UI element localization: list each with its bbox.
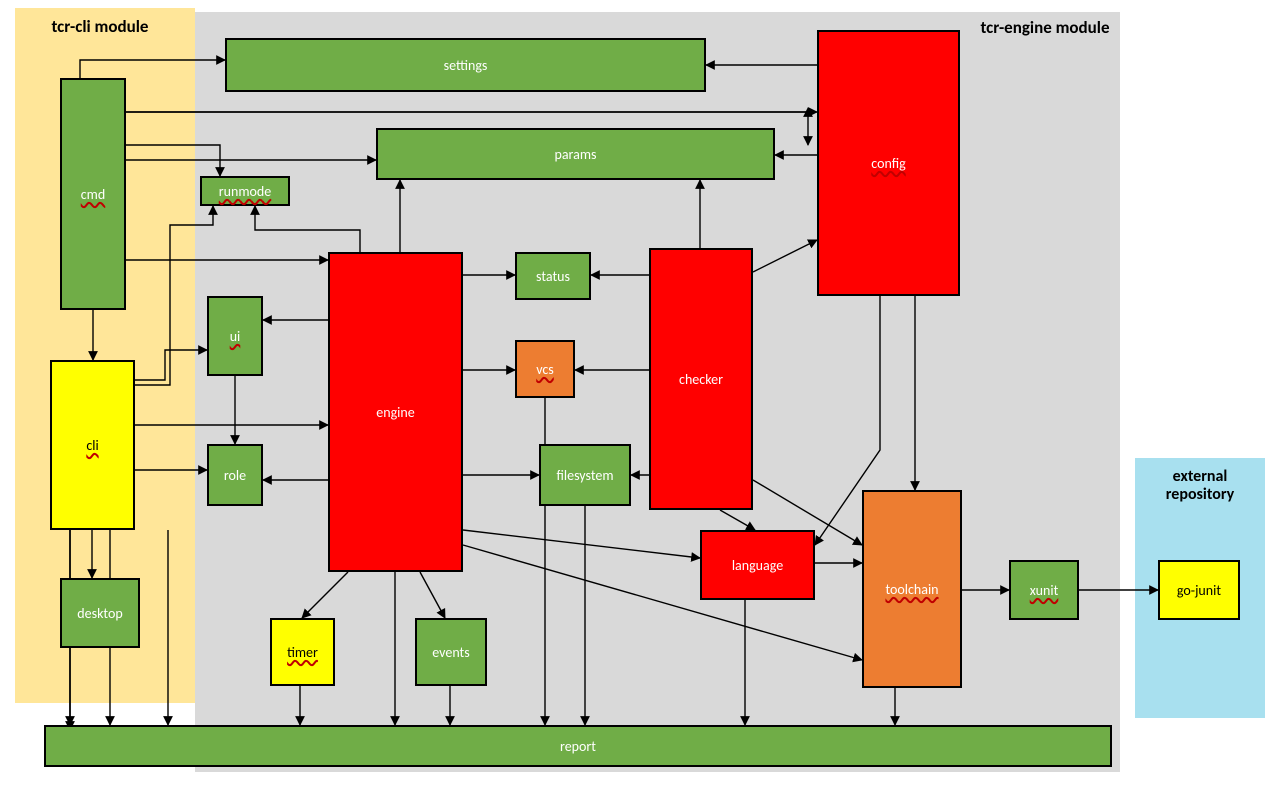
box-checker: checker <box>649 248 753 510</box>
box-vcs: vcs <box>515 340 575 398</box>
box-desktop: desktop <box>60 578 140 648</box>
box-toolchain: toolchain <box>862 490 962 688</box>
box-settings: settings <box>225 38 706 92</box>
box-role: role <box>207 444 263 506</box>
box-language: language <box>700 530 815 600</box>
box-timer: timer <box>270 618 335 686</box>
region-cli-label: tcr-cli module <box>20 16 180 37</box>
box-gojunit: go-junit <box>1158 560 1240 620</box>
box-events: events <box>415 618 487 686</box>
box-status: status <box>515 252 591 300</box>
box-params: params <box>376 128 775 180</box>
box-config: config <box>817 30 960 296</box>
box-cmd: cmd <box>60 78 126 310</box>
region-ext-label: external repository <box>1140 468 1260 505</box>
diagram-canvas: tcr-cli module tcr-engine module externa… <box>0 0 1280 792</box>
box-cli: cli <box>50 360 135 530</box>
box-filesystem: filesystem <box>539 444 631 506</box>
box-report: report <box>44 725 1112 767</box>
region-engine-label: tcr-engine module <box>980 18 1110 38</box>
box-engine: engine <box>328 252 463 572</box>
box-xunit: xunit <box>1009 560 1079 620</box>
box-ui: ui <box>207 296 263 376</box>
box-runmode: runmode <box>200 176 290 206</box>
